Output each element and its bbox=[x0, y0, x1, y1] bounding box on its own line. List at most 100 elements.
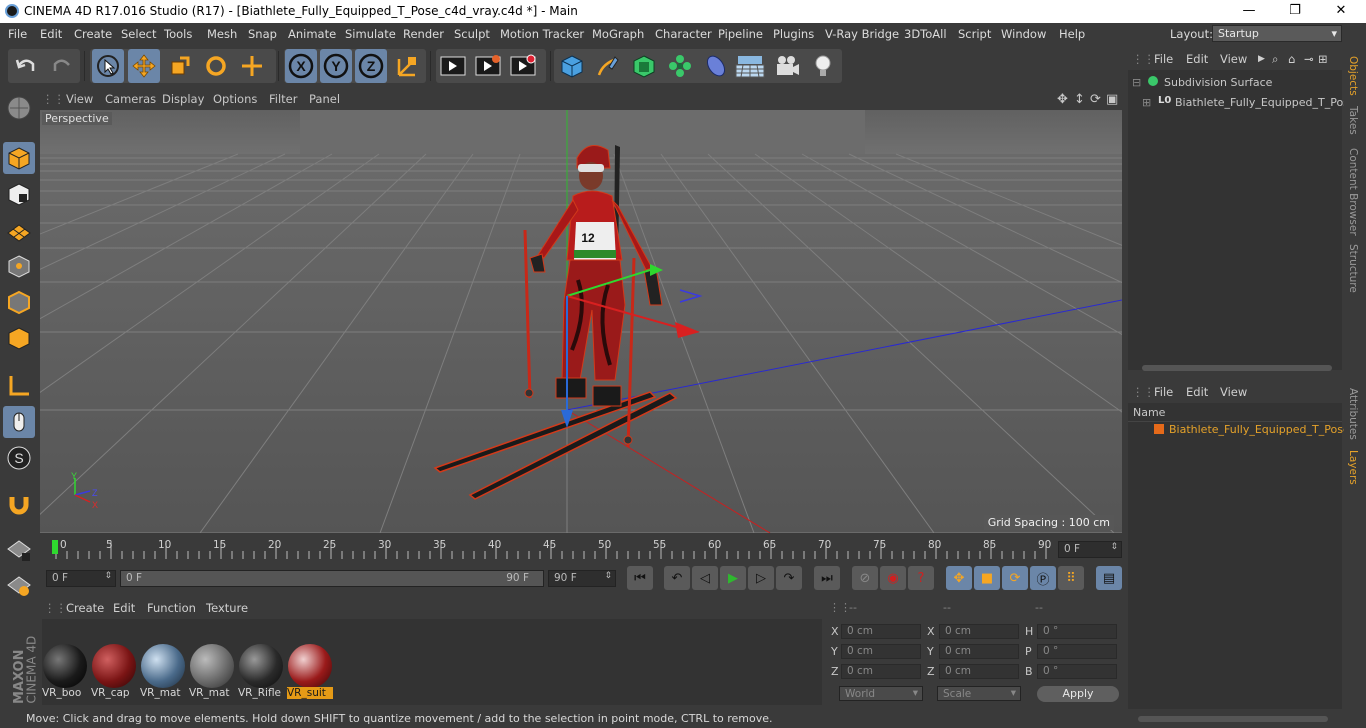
horizontal-scrollbar[interactable] bbox=[1142, 365, 1332, 371]
apply-button[interactable]: Apply bbox=[1037, 686, 1119, 702]
material-swatch[interactable]: VR_mat bbox=[140, 643, 186, 699]
render-view-icon[interactable] bbox=[437, 49, 469, 83]
viewport-menu-view[interactable]: View bbox=[66, 92, 93, 106]
start-frame-field[interactable]: 0 F ⇕ bbox=[46, 570, 116, 587]
menu-render[interactable]: Render bbox=[403, 27, 444, 41]
bookmark-icon[interactable]: ⊸ bbox=[1304, 52, 1314, 66]
menu-help[interactable]: Help bbox=[1059, 27, 1085, 41]
tab-attributes[interactable]: Attributes bbox=[1347, 388, 1359, 440]
menu-character[interactable]: Character bbox=[655, 27, 712, 41]
deformer-icon[interactable] bbox=[700, 49, 732, 83]
layers-menu-view[interactable]: View bbox=[1220, 385, 1247, 399]
scale-key-icon[interactable]: ■ bbox=[974, 566, 1000, 590]
menu-animate[interactable]: Animate bbox=[288, 27, 336, 41]
tab-takes[interactable]: Takes bbox=[1347, 106, 1359, 135]
camera-icon[interactable] bbox=[771, 49, 803, 83]
scale-icon[interactable] bbox=[164, 49, 196, 83]
transform-icon[interactable] bbox=[236, 49, 268, 83]
size-x-field[interactable]: 0 cm bbox=[939, 624, 1019, 639]
workplane-mode-icon[interactable] bbox=[3, 214, 35, 246]
menu-file[interactable]: File bbox=[8, 27, 27, 41]
material-menu-function[interactable]: Function bbox=[147, 601, 196, 615]
layer-item-biathlete[interactable]: Biathlete_Fully_Equipped_T_Pose bbox=[1169, 423, 1350, 436]
mograph-cloner-icon[interactable] bbox=[664, 49, 696, 83]
pen-spline-icon[interactable] bbox=[592, 49, 624, 83]
maximize-button[interactable]: ❐ bbox=[1272, 0, 1318, 23]
go-to-next-frame-icon[interactable]: ▷ bbox=[748, 566, 774, 590]
material-swatch[interactable]: VR_Rifle bbox=[238, 643, 284, 699]
play-forwards-icon[interactable]: ▶ bbox=[720, 566, 746, 590]
rotation-p-field[interactable]: 0 ° bbox=[1037, 644, 1117, 659]
cube-icon[interactable] bbox=[556, 49, 588, 83]
go-to-next-key-icon[interactable]: ↷ bbox=[776, 566, 802, 590]
viewport-rotate-icon[interactable]: ⟳ bbox=[1090, 92, 1101, 107]
magnet-icon[interactable] bbox=[3, 488, 35, 520]
tab-layers[interactable]: Layers bbox=[1347, 450, 1359, 485]
menu-select[interactable]: Select bbox=[121, 27, 156, 41]
layers-menu-edit[interactable]: Edit bbox=[1186, 385, 1208, 399]
material-swatch[interactable]: VR_cap bbox=[91, 643, 137, 699]
coordinate-system-icon[interactable] bbox=[391, 49, 423, 83]
model-mode-icon[interactable] bbox=[3, 142, 35, 174]
tree-expand-icon[interactable]: ⊟ bbox=[1132, 76, 1141, 89]
render-picture-viewer-icon[interactable] bbox=[472, 49, 504, 83]
x-axis-lock-icon[interactable]: X bbox=[285, 49, 317, 83]
menu-tools[interactable]: Tools bbox=[164, 27, 192, 41]
frame-range-slider[interactable]: 0 F 90 F bbox=[120, 570, 544, 587]
coordinate-mode-dropdown[interactable]: World ▾ bbox=[839, 686, 923, 701]
timeline-playhead[interactable] bbox=[52, 540, 58, 554]
autokeying-icon[interactable]: ◉ bbox=[880, 566, 906, 590]
new-panel-icon[interactable]: ⊞ bbox=[1318, 52, 1328, 66]
material-swatch[interactable]: VR_boo bbox=[42, 643, 88, 699]
layers-menu-file[interactable]: File bbox=[1154, 385, 1173, 399]
rotation-b-field[interactable]: 0 ° bbox=[1037, 664, 1117, 679]
planar-workplane-icon[interactable] bbox=[3, 570, 35, 602]
axis-mode-icon[interactable] bbox=[3, 370, 35, 402]
move-icon[interactable] bbox=[128, 49, 160, 83]
point-level-animation-icon[interactable]: ⠿ bbox=[1058, 566, 1084, 590]
stepper-icon[interactable]: ⇕ bbox=[1110, 542, 1118, 552]
menu-pipeline[interactable]: Pipeline bbox=[718, 27, 763, 41]
floor-environment-icon[interactable] bbox=[734, 49, 766, 83]
menu-mesh[interactable]: Mesh bbox=[207, 27, 237, 41]
close-button[interactable]: ✕ bbox=[1318, 0, 1364, 23]
object-item-biathlete[interactable]: Biathlete_Fully_Equipped_T_Pose bbox=[1175, 96, 1356, 109]
menu-mograph[interactable]: MoGraph bbox=[592, 27, 644, 41]
menu-script[interactable]: Script bbox=[958, 27, 991, 41]
go-to-previous-key-icon[interactable]: ↶ bbox=[664, 566, 690, 590]
rotation-h-field[interactable]: 0 ° bbox=[1037, 624, 1117, 639]
snap-icon[interactable]: S bbox=[3, 442, 35, 474]
y-axis-lock-icon[interactable]: Y bbox=[320, 49, 352, 83]
position-y-field[interactable]: 0 cm bbox=[841, 644, 921, 659]
horizontal-scrollbar[interactable] bbox=[1138, 716, 1328, 722]
timeline-window-icon[interactable]: ▤ bbox=[1096, 566, 1122, 590]
position-z-field[interactable]: 0 cm bbox=[841, 664, 921, 679]
timeline-ruler[interactable]: 0 5 10 15 20 25 30 35 40 45 50 55 60 65 … bbox=[40, 537, 1124, 561]
viewport-menu-display[interactable]: Display bbox=[162, 92, 204, 106]
home-icon[interactable]: ⌂ bbox=[1288, 52, 1295, 66]
menu-window[interactable]: Window bbox=[1001, 27, 1046, 41]
material-swatch[interactable]: VR_mat bbox=[189, 643, 235, 699]
undo-icon[interactable] bbox=[10, 49, 42, 83]
size-mode-dropdown[interactable]: Scale ▾ bbox=[937, 686, 1021, 701]
parameter-key-icon[interactable]: Ⓟ bbox=[1030, 566, 1056, 590]
edge-mode-icon[interactable] bbox=[3, 286, 35, 318]
menu-edit[interactable]: Edit bbox=[40, 27, 62, 41]
objects-menu-edit[interactable]: Edit bbox=[1186, 52, 1208, 66]
subdivision-surface-icon[interactable] bbox=[628, 49, 660, 83]
viewport-menu-options[interactable]: Options bbox=[213, 92, 257, 106]
menu-motion-tracker[interactable]: Motion Tracker bbox=[500, 27, 584, 41]
live-selection-icon[interactable] bbox=[92, 49, 124, 83]
camera-label[interactable]: Perspective bbox=[42, 112, 112, 125]
make-editable-icon[interactable] bbox=[3, 92, 35, 124]
end-frame-field[interactable]: 90 F ⇕ bbox=[548, 570, 616, 587]
arrow-right-icon[interactable]: ▶ bbox=[1258, 54, 1265, 64]
objects-menu-view[interactable]: View bbox=[1220, 52, 1247, 66]
menu-simulate[interactable]: Simulate bbox=[345, 27, 396, 41]
3d-viewport[interactable]: 12 Y Z X Perspective Grid Spacing : 100 … bbox=[40, 110, 1122, 533]
light-bulb-icon[interactable] bbox=[807, 49, 839, 83]
tab-structure[interactable]: Structure bbox=[1347, 244, 1359, 293]
viewport-menu-cameras[interactable]: Cameras bbox=[105, 92, 156, 106]
material-menu-create[interactable]: Create bbox=[66, 601, 104, 615]
go-to-end-icon[interactable]: ⏭ bbox=[814, 566, 840, 590]
